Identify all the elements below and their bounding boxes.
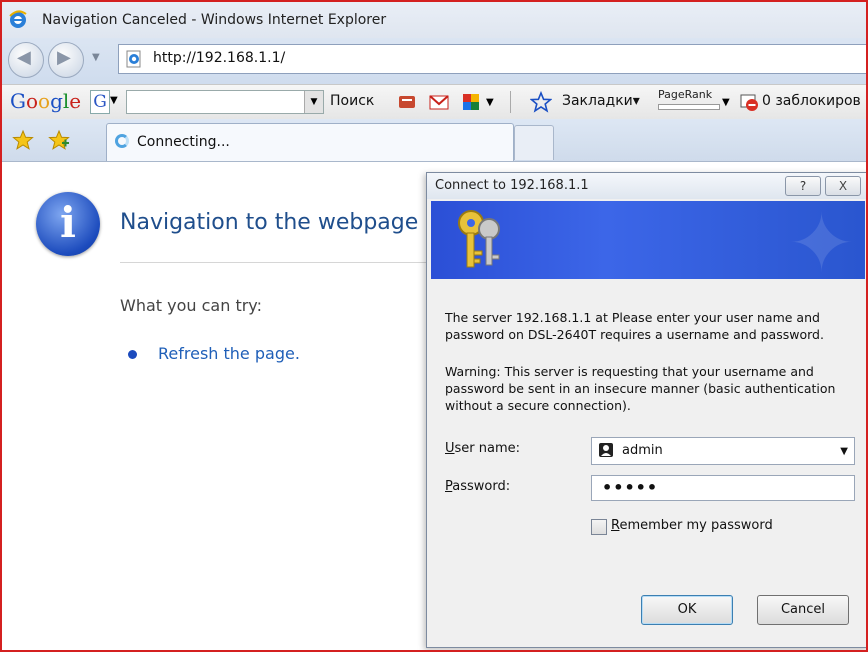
google-search-button[interactable]: Поиск <box>330 93 374 109</box>
igoogle-icon[interactable] <box>460 91 482 113</box>
username-label: User name: <box>445 441 521 456</box>
gmail-icon[interactable] <box>428 91 450 113</box>
dialog-title-bar: Connect to 192.168.1.1 ? X <box>427 173 866 199</box>
back-arrow-icon: ◀ <box>17 47 31 68</box>
add-favorite-icon[interactable] <box>48 129 70 151</box>
title-bar: Navigation Canceled - Windows Internet E… <box>2 2 866 38</box>
favorites-star-icon[interactable] <box>12 129 34 151</box>
forward-arrow-icon: ▶ <box>57 47 71 68</box>
pagerank-indicator: PageRank <box>658 88 720 110</box>
star-icon[interactable] <box>529 90 553 113</box>
refresh-link[interactable]: Refresh the page. <box>158 344 300 363</box>
auth-message: The server 192.168.1.1 at Please enter y… <box>445 310 824 342</box>
chevron-down-icon[interactable]: ▼ <box>304 91 323 113</box>
bookmarks-menu[interactable]: Закладки▾ <box>562 93 640 109</box>
news-icon[interactable] <box>396 91 418 113</box>
username-value: admin <box>622 443 663 458</box>
ok-button[interactable]: OK <box>641 595 733 625</box>
tab-connecting[interactable]: Connecting... <box>106 123 514 161</box>
pagerank-label: PageRank <box>658 88 713 101</box>
pagerank-dropdown[interactable]: ▼ <box>722 97 730 108</box>
chevron-down-icon[interactable]: ▼ <box>840 446 848 457</box>
try-heading: What you can try: <box>120 296 262 315</box>
browser-window: Navigation Canceled - Windows Internet E… <box>0 0 868 652</box>
remember-password-label[interactable]: Remember my password <box>611 518 773 533</box>
url-text: http://192.168.1.1/ <box>153 50 286 66</box>
google-search-input[interactable]: ▼ <box>126 90 324 114</box>
keys-icon <box>453 207 509 277</box>
pagerank-bar <box>658 104 720 110</box>
google-g-button[interactable]: G <box>90 90 110 114</box>
user-icon <box>598 442 614 462</box>
address-field[interactable]: http://192.168.1.1/ <box>118 44 866 74</box>
divider <box>120 262 430 263</box>
username-field[interactable]: admin ▼ <box>591 437 855 465</box>
loading-spinner-icon <box>115 134 129 148</box>
tab-row: Connecting... <box>2 119 866 162</box>
popups-blocked-count[interactable]: 0 заблокиров <box>762 93 861 109</box>
google-menu-dropdown[interactable]: ▼ <box>110 95 118 106</box>
auth-warning: Warning: This server is requesting that … <box>445 364 836 413</box>
remember-password-checkbox[interactable] <box>591 519 607 535</box>
close-button[interactable]: X <box>825 176 861 196</box>
address-bar-row: ◀ ▶ ▼ http://192.168.1.1/ <box>2 38 866 84</box>
watermark-graphic: ✦ <box>787 201 855 279</box>
igoogle-dropdown[interactable]: ▼ <box>486 97 494 108</box>
new-tab-button[interactable] <box>514 125 554 160</box>
forward-button[interactable]: ▶ <box>48 42 84 78</box>
password-label: Password: <box>445 479 511 494</box>
google-toolbar: Google G ▼ ▼ Поиск ▼ Закладки▾ PageRank … <box>2 84 866 120</box>
help-button[interactable]: ? <box>785 176 821 196</box>
recent-pages-dropdown[interactable]: ▼ <box>92 52 100 63</box>
dialog-banner: ✦ <box>431 201 865 279</box>
password-field[interactable]: ••••• <box>591 475 855 501</box>
auth-dialog: Connect to 192.168.1.1 ? X ✦ The server … <box>426 172 866 648</box>
dialog-title: Connect to 192.168.1.1 <box>435 178 589 193</box>
tab-label: Connecting... <box>137 134 230 150</box>
cancel-button[interactable]: Cancel <box>757 595 849 625</box>
window-title: Navigation Canceled - Windows Internet E… <box>42 12 387 28</box>
popup-blocker-icon[interactable] <box>738 91 760 113</box>
password-value: ••••• <box>602 478 659 497</box>
google-logo: Google <box>10 89 82 113</box>
toolbar-divider <box>510 91 511 113</box>
back-button[interactable]: ◀ <box>8 42 44 78</box>
internet-explorer-icon <box>8 10 28 34</box>
info-icon: i <box>36 192 100 256</box>
page-icon <box>125 50 143 72</box>
bullet-icon <box>128 350 137 359</box>
